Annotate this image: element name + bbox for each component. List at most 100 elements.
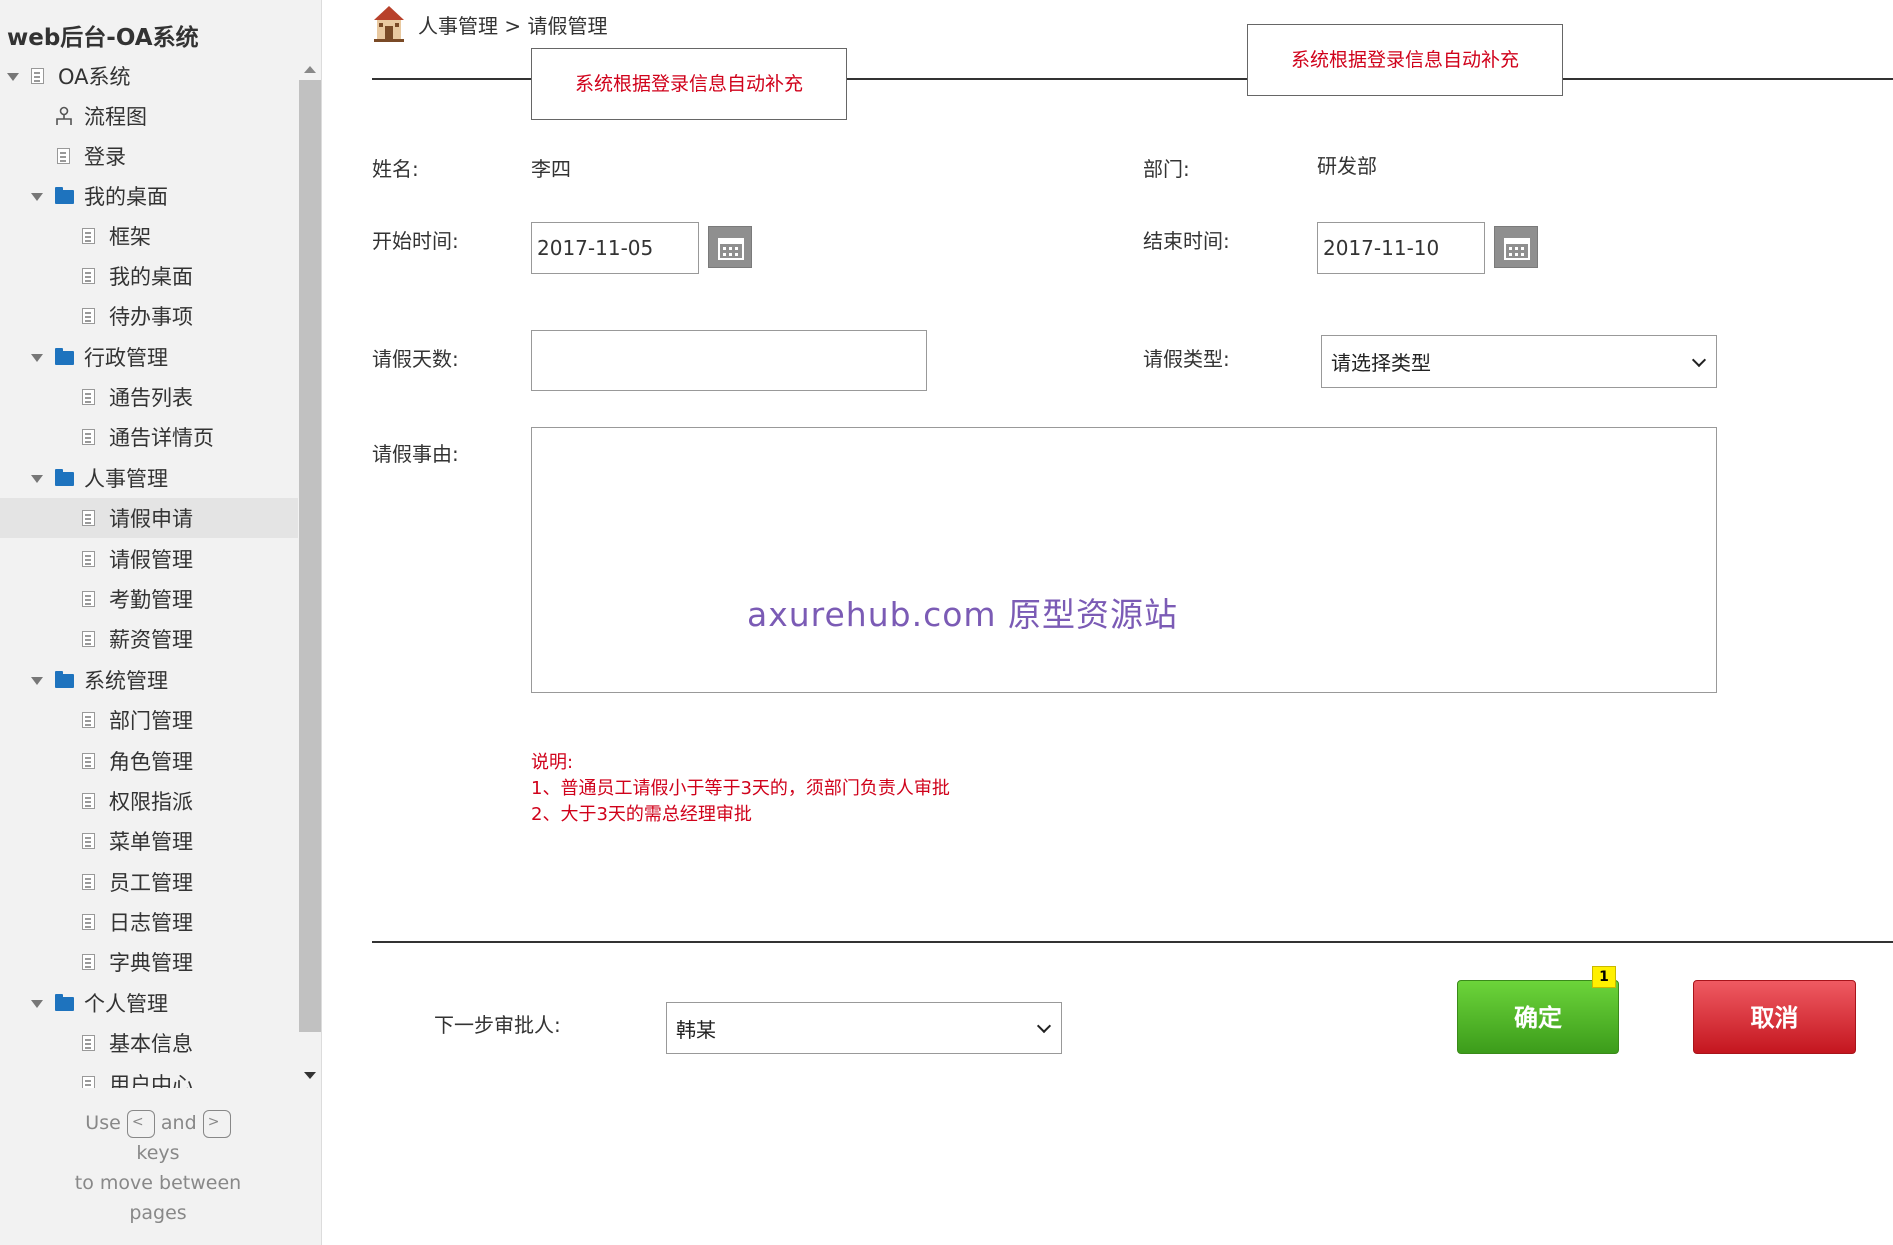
document-icon	[82, 429, 95, 445]
expand-arrow-icon[interactable]	[31, 354, 43, 362]
sidebar-item-label: 角色管理	[109, 750, 193, 774]
document-icon	[82, 551, 95, 567]
sidebar-item-dept[interactable]: 部门管理	[0, 700, 298, 740]
next-approver-selected: 韩某	[676, 1017, 716, 1042]
sidebar-item-label: 待办事项	[109, 305, 193, 329]
sidebar-item-menu[interactable]: 菜单管理	[0, 821, 298, 861]
sidebar-item-my-desktop-folder[interactable]: 我的桌面	[0, 176, 298, 216]
folder-icon	[55, 994, 74, 1011]
sidebar-item-oa-system[interactable]: OA系统	[0, 56, 298, 96]
sidebar-item-my-desktop[interactable]: 我的桌面	[0, 256, 298, 296]
cancel-button[interactable]: 取消	[1693, 980, 1856, 1054]
app-title: web后台-OA系统	[7, 25, 199, 51]
home-icon	[374, 6, 404, 42]
annotation-badge: 1	[1592, 966, 1616, 988]
sidebar-item-label: 请假管理	[109, 548, 193, 572]
leave-reason-label: 请假事由:	[372, 442, 459, 466]
right-key-icon: >	[202, 1109, 231, 1138]
document-icon	[82, 510, 95, 526]
sidebar-item-employee[interactable]: 员工管理	[0, 862, 298, 902]
main-content: 人事管理 > 请假管理 系统根据登录信息自动补充 系统根据登录信息自动补充 姓名…	[322, 0, 1893, 1245]
end-date-input[interactable]: 2017-11-10	[1317, 222, 1485, 274]
document-icon	[82, 753, 95, 769]
sidebar-scrollbar[interactable]	[299, 56, 321, 1088]
sidebar-item-user-center[interactable]: 用户中心	[0, 1064, 298, 1088]
callout-auto-fill-dept: 系统根据登录信息自动补充	[1247, 24, 1563, 96]
sidebar-item-salary[interactable]: 薪资管理	[0, 619, 298, 659]
dept-label: 部门:	[1143, 157, 1190, 181]
sidebar-item-label: 部门管理	[109, 709, 193, 733]
sidebar-item-label: 用户中心	[109, 1073, 193, 1088]
folder-icon	[55, 469, 74, 486]
sidebar-item-notice-list[interactable]: 通告列表	[0, 377, 298, 417]
end-date-calendar-button[interactable]	[1494, 226, 1538, 268]
sidebar-item-frame[interactable]: 框架	[0, 216, 298, 256]
document-icon	[57, 148, 70, 164]
key-hint-to-move: to move between	[74, 1172, 242, 1194]
sidebar-item-personal-folder[interactable]: 个人管理	[0, 983, 298, 1023]
scrollbar-thumb[interactable]	[299, 80, 321, 1032]
sidebar-item-label: 我的桌面	[109, 265, 193, 289]
sidebar-item-label: 考勤管理	[109, 588, 193, 612]
document-icon	[82, 712, 95, 728]
sidebar-item-admin-folder[interactable]: 行政管理	[0, 337, 298, 377]
sidebar-item-label: 我的桌面	[84, 185, 168, 209]
sidebar-item-label: 人事管理	[84, 467, 168, 491]
scroll-up-arrow-icon[interactable]	[304, 66, 316, 73]
confirm-button[interactable]: 确定	[1457, 980, 1619, 1054]
sidebar-item-label: 请假申请	[109, 507, 193, 531]
chevron-down-icon	[1691, 352, 1707, 367]
leave-type-select[interactable]: 请选择类型	[1321, 335, 1717, 388]
chevron-down-icon	[1036, 1018, 1052, 1034]
leave-reason-textarea[interactable]	[531, 427, 1717, 693]
flowchart-icon	[56, 106, 72, 125]
document-icon	[82, 591, 95, 607]
start-date-label: 开始时间:	[372, 229, 459, 253]
expand-arrow-icon[interactable]	[31, 475, 43, 483]
sidebar-item-login[interactable]: 登录	[0, 136, 298, 176]
document-icon	[82, 914, 95, 930]
sidebar-item-label: OA系统	[58, 65, 131, 89]
end-date-label: 结束时间:	[1143, 229, 1230, 253]
document-icon	[82, 228, 95, 244]
leave-days-input[interactable]	[531, 330, 927, 391]
document-icon	[82, 389, 95, 405]
key-hint-keys: keys	[136, 1142, 180, 1164]
sidebar-item-todo[interactable]: 待办事项	[0, 296, 298, 336]
sidebar-item-system-folder[interactable]: 系统管理	[0, 660, 298, 700]
sidebar-item-basic-info[interactable]: 基本信息	[0, 1023, 298, 1063]
sidebar-item-leave-manage[interactable]: 请假管理	[0, 539, 298, 579]
key-hint-use: Use	[85, 1112, 121, 1134]
notes-title: 说明:	[531, 752, 574, 773]
sidebar-item-label: 菜单管理	[109, 830, 193, 854]
expand-arrow-icon[interactable]	[31, 1000, 43, 1008]
left-key-icon: <	[126, 1109, 155, 1138]
sidebar-item-role[interactable]: 角色管理	[0, 741, 298, 781]
sidebar-item-label: 字典管理	[109, 951, 193, 975]
expand-arrow-icon[interactable]	[31, 193, 43, 201]
start-date-input[interactable]: 2017-11-05	[531, 222, 699, 274]
sidebar-item-notice-detail[interactable]: 通告详情页	[0, 417, 298, 457]
sidebar-item-permission[interactable]: 权限指派	[0, 781, 298, 821]
sidebar-item-label: 框架	[109, 225, 151, 249]
sidebar-item-hr-folder[interactable]: 人事管理	[0, 458, 298, 498]
sidebar-item-attendance[interactable]: 考勤管理	[0, 579, 298, 619]
expand-arrow-icon[interactable]	[7, 73, 19, 81]
callout-auto-fill-name: 系统根据登录信息自动补充	[531, 48, 847, 120]
sidebar-item-log[interactable]: 日志管理	[0, 902, 298, 942]
notes-line-2: 2、大于3天的需总经理审批	[531, 804, 752, 825]
sidebar-item-dictionary[interactable]: 字典管理	[0, 942, 298, 982]
next-approver-select[interactable]: 韩某	[666, 1002, 1062, 1054]
start-date-calendar-button[interactable]	[708, 226, 752, 268]
name-label: 姓名:	[372, 157, 419, 181]
folder-icon	[55, 187, 74, 204]
sidebar-item-label: 流程图	[84, 105, 147, 129]
next-approver-label: 下一步审批人:	[434, 1013, 561, 1037]
leave-type-selected: 请选择类型	[1331, 351, 1431, 375]
sidebar-item-flowchart[interactable]: 流程图	[0, 96, 298, 136]
sidebar-item-label: 通告列表	[109, 386, 193, 410]
expand-arrow-icon[interactable]	[31, 677, 43, 685]
sidebar-item-leave-apply[interactable]: 请假申请	[0, 498, 298, 538]
document-icon	[82, 1035, 95, 1051]
scroll-down-arrow-icon[interactable]	[304, 1072, 316, 1079]
